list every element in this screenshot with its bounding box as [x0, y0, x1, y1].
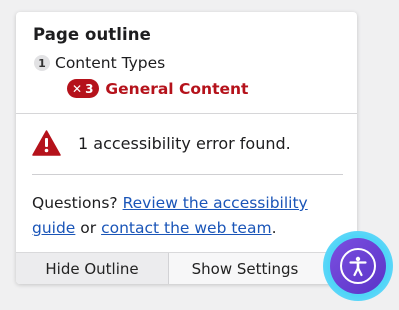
outline-item-label: General Content: [105, 79, 249, 98]
accessibility-toggle-inner: [330, 238, 386, 294]
heading-level-badge: 1: [34, 55, 50, 71]
outline-item-label: Content Types: [55, 54, 166, 72]
warning-triangle-icon: [32, 130, 61, 156]
error-count: 3: [85, 81, 94, 96]
help-middle: or: [75, 219, 102, 237]
accessibility-toggle-button[interactable]: [323, 231, 393, 301]
error-count-badge: ✕ 3: [67, 79, 100, 98]
help-suffix: .: [271, 219, 277, 237]
panel-footer: Hide Outline Show Settings: [16, 252, 357, 284]
hide-outline-button[interactable]: Hide Outline: [16, 253, 169, 284]
accessibility-panel: Page outline 1 Content Types ✕ 3 General…: [16, 12, 357, 284]
outline-item-general-content[interactable]: ✕ 3 General Content: [67, 79, 248, 98]
error-summary-text: 1 accessibility error found.: [78, 133, 291, 153]
divider: [32, 174, 343, 175]
help-prefix: Questions?: [32, 194, 123, 212]
close-icon: ✕: [72, 81, 83, 96]
outline-title: Page outline: [33, 25, 151, 44]
contact-web-team-link[interactable]: contact the web team: [101, 219, 272, 237]
accessibility-person-icon: [340, 248, 376, 284]
page-outline-section: Page outline 1 Content Types ✕ 3 General…: [16, 12, 357, 114]
error-summary: 1 accessibility error found.: [32, 130, 291, 156]
help-text: Questions? Review the accessibility guid…: [32, 191, 332, 241]
outline-item-content-types[interactable]: 1 Content Types: [34, 54, 165, 72]
